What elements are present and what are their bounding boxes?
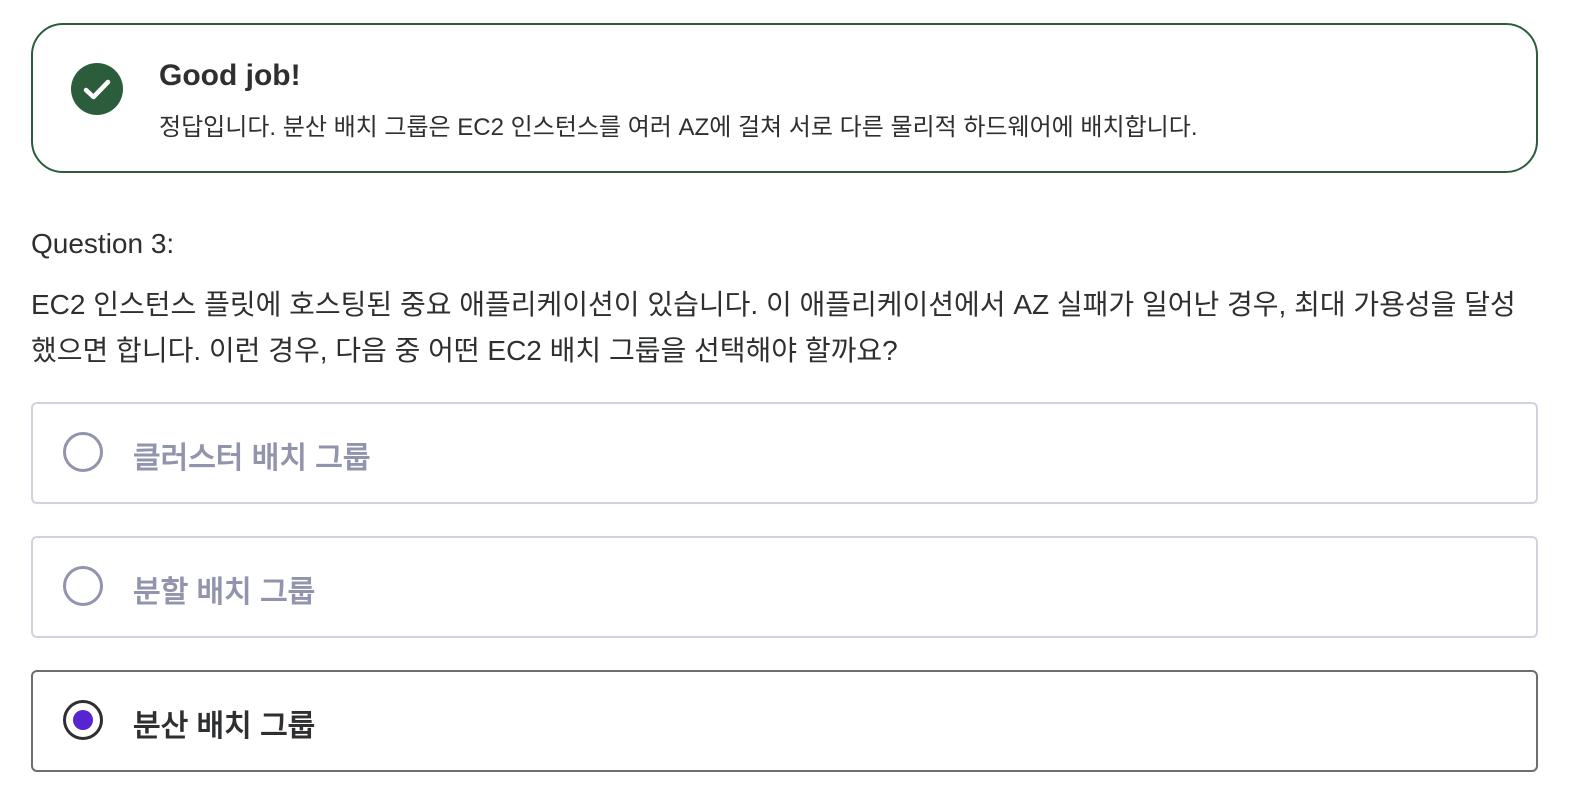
check-circle-icon (71, 63, 123, 115)
question-prompt: EC2 인스턴스 플릿에 호스팅된 중요 애플리케이션이 있습니다. 이 애플리… (31, 289, 1516, 366)
radio-selected-dot (73, 710, 93, 730)
answer-option-3[interactable]: 분산 배치 그룹 (31, 670, 1538, 772)
feedback-banner: Good job! 정답입니다. 분산 배치 그룹은 EC2 인스턴스를 여러 … (31, 23, 1538, 173)
feedback-message: 정답입니다. 분산 배치 그룹은 EC2 인스턴스를 여러 AZ에 걸쳐 서로 … (159, 114, 1198, 141)
radio-button[interactable] (63, 432, 103, 472)
radio-button[interactable] (63, 566, 103, 606)
radio-button-selected[interactable] (63, 700, 103, 740)
answer-option-1[interactable]: 클러스터 배치 그룹 (31, 402, 1538, 504)
answer-option-label: 분산 배치 그룹 (133, 710, 316, 743)
answer-option-label: 분할 배치 그룹 (133, 576, 316, 609)
question-number: Question 3: (31, 228, 175, 259)
answer-option-2[interactable]: 분할 배치 그룹 (31, 536, 1538, 638)
answer-option-label: 클러스터 배치 그룹 (133, 442, 371, 475)
feedback-title: Good job! (159, 59, 301, 92)
